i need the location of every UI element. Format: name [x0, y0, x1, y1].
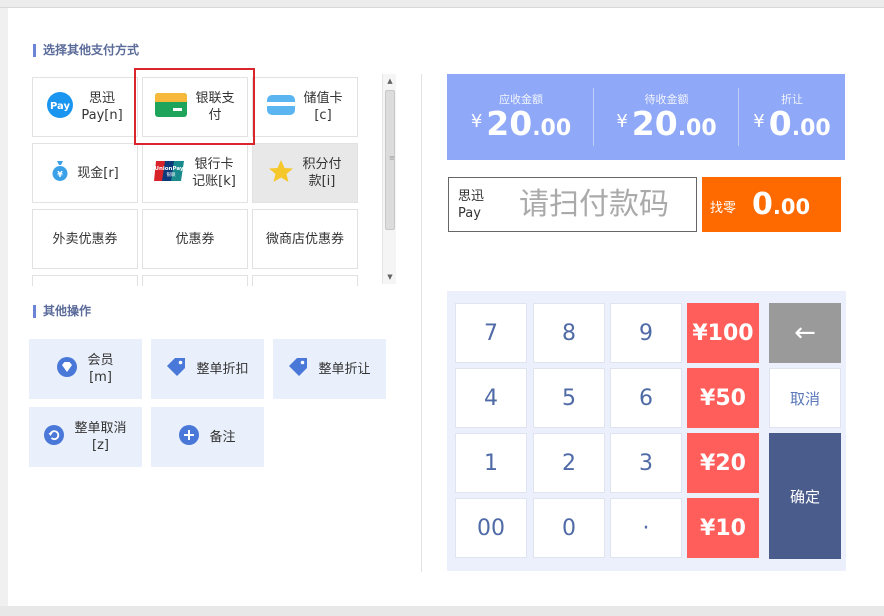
receivable-value: ¥20.00: [470, 104, 572, 143]
panel-divider: [421, 74, 422, 572]
numeric-keypad: 7 8 9 ¥100 ← 4 5 6 ¥50 取消 1 2 3 ¥20 确定 0…: [447, 291, 846, 571]
key-9[interactable]: 9: [610, 303, 682, 363]
star-icon: [268, 159, 294, 188]
backspace-icon[interactable]: ←: [769, 303, 841, 363]
money-bag-icon: ¥: [51, 160, 69, 186]
pending-amount: 待收金额 ¥20.00: [594, 74, 739, 160]
pay-points-label: 积分付 款[i]: [302, 157, 342, 189]
scroll-thumb[interactable]: ≡: [385, 90, 395, 230]
key-1[interactable]: 1: [455, 433, 527, 493]
key-3[interactable]: 3: [610, 433, 682, 493]
scan-pay-label: 思迅 Pay: [458, 189, 485, 221]
scroll-grip-icon: ≡: [389, 154, 395, 162]
cancel-button[interactable]: 取消: [769, 368, 841, 428]
discount-amount: 折让 ¥0.00: [739, 74, 845, 160]
pay-cell-hidden-3[interactable]: [252, 275, 358, 286]
scan-code-box: 思迅 Pay: [448, 177, 697, 232]
undo-icon: [44, 424, 65, 450]
key-0[interactable]: 0: [533, 498, 605, 558]
key-10-yuan[interactable]: ¥10: [687, 498, 759, 558]
pending-value: ¥20.00: [616, 104, 717, 143]
diamond-icon: [57, 356, 78, 382]
plus-circle-icon: [179, 424, 200, 450]
whole-order-discount-label: 整单折扣: [196, 361, 249, 377]
member-button-label: 会员 [m]: [87, 353, 114, 385]
remark-button[interactable]: 备注: [151, 407, 264, 467]
key-dot[interactable]: ·: [610, 498, 682, 558]
receivable-amount: 应收金额 ¥20.00: [447, 74, 595, 160]
key-2[interactable]: 2: [533, 433, 605, 493]
whole-order-discount-button[interactable]: 整单折扣: [151, 339, 264, 399]
pay-takeout-coupon[interactable]: 外卖优惠券: [32, 209, 138, 269]
pay-points[interactable]: 积分付 款[i]: [252, 143, 358, 203]
stored-card-icon: [267, 94, 296, 120]
key-00[interactable]: 00: [455, 498, 527, 558]
discount-value: ¥0.00: [753, 104, 831, 143]
svg-text:¥: ¥: [57, 170, 63, 179]
whole-order-allowance-label: 整单折让: [318, 361, 371, 377]
remark-button-label: 备注: [209, 429, 236, 445]
amount-summary-panel: 应收金额 ¥20.00 待收金额 ¥20.00 折让 ¥0.00: [447, 74, 845, 160]
tag-icon: [166, 357, 186, 382]
pay-stored-value-card-label: 储值卡 [c]: [303, 91, 343, 123]
pay-takeout-coupon-label: 外卖优惠券: [52, 231, 118, 247]
whole-order-cancel-label: 整单取消 [z]: [74, 421, 127, 453]
pay-sixun-pay-label: 思迅 Pay[n]: [81, 91, 123, 123]
svg-text:Pay: Pay: [50, 101, 71, 112]
change-panel: 找零 0.00: [702, 177, 841, 232]
whole-order-allowance-button[interactable]: 整单折让: [273, 339, 386, 399]
pay-coupon[interactable]: 优惠券: [142, 209, 248, 269]
other-pay-title: 选择其他支付方式: [33, 44, 139, 57]
unionpay-icon: UnionPay 银联: [154, 160, 185, 186]
member-button[interactable]: 会员 [m]: [29, 339, 142, 399]
change-value: 0.00: [752, 187, 811, 222]
window-left-edge: [0, 8, 8, 608]
key-6[interactable]: 6: [610, 368, 682, 428]
pay-cell-hidden-1[interactable]: [32, 275, 138, 286]
key-50-yuan[interactable]: ¥50: [687, 368, 759, 428]
scroll-down-arrow-icon[interactable]: ▼: [383, 270, 397, 284]
pay-cash[interactable]: ¥ 现金[r]: [32, 143, 138, 203]
key-5[interactable]: 5: [533, 368, 605, 428]
key-100-yuan[interactable]: ¥100: [687, 303, 759, 363]
pay-grid-scrollbar[interactable]: ▲ ≡ ▼: [382, 74, 396, 284]
pay-cash-label: 现金[r]: [77, 165, 119, 181]
change-label: 找零: [710, 201, 737, 216]
whole-order-cancel-button[interactable]: 整单取消 [z]: [29, 407, 142, 467]
pay-microstore-coupon-label: 微商店优惠券: [265, 231, 344, 247]
scan-code-input[interactable]: [519, 178, 695, 231]
svg-text:银联: 银联: [167, 171, 176, 178]
window-bottom-edge: [0, 606, 884, 616]
scroll-up-arrow-icon[interactable]: ▲: [383, 74, 397, 88]
pay-coupon-label: 优惠券: [175, 231, 215, 247]
confirm-button[interactable]: 确定: [769, 433, 841, 559]
selected-pay-highlight: [134, 68, 255, 145]
svg-text:UnionPay: UnionPay: [155, 166, 184, 172]
pay-bank-card-ledger-label: 银行卡 记账[k]: [192, 157, 236, 189]
pay-bank-card-ledger[interactable]: UnionPay 银联 银行卡 记账[k]: [142, 143, 248, 203]
pay-microstore-coupon[interactable]: 微商店优惠券: [252, 209, 358, 269]
key-8[interactable]: 8: [533, 303, 605, 363]
pay-stored-value-card[interactable]: 储值卡 [c]: [252, 77, 358, 137]
window-top-strip: [0, 0, 884, 8]
pay-cell-hidden-2[interactable]: [142, 275, 248, 286]
pay-logo-icon: Pay: [47, 91, 74, 123]
tag-icon: [288, 357, 308, 382]
pay-sixun-pay[interactable]: Pay 思迅 Pay[n]: [32, 77, 138, 137]
key-20-yuan[interactable]: ¥20: [687, 433, 759, 493]
key-7[interactable]: 7: [455, 303, 527, 363]
key-4[interactable]: 4: [455, 368, 527, 428]
other-ops-title: 其他操作: [33, 305, 91, 318]
